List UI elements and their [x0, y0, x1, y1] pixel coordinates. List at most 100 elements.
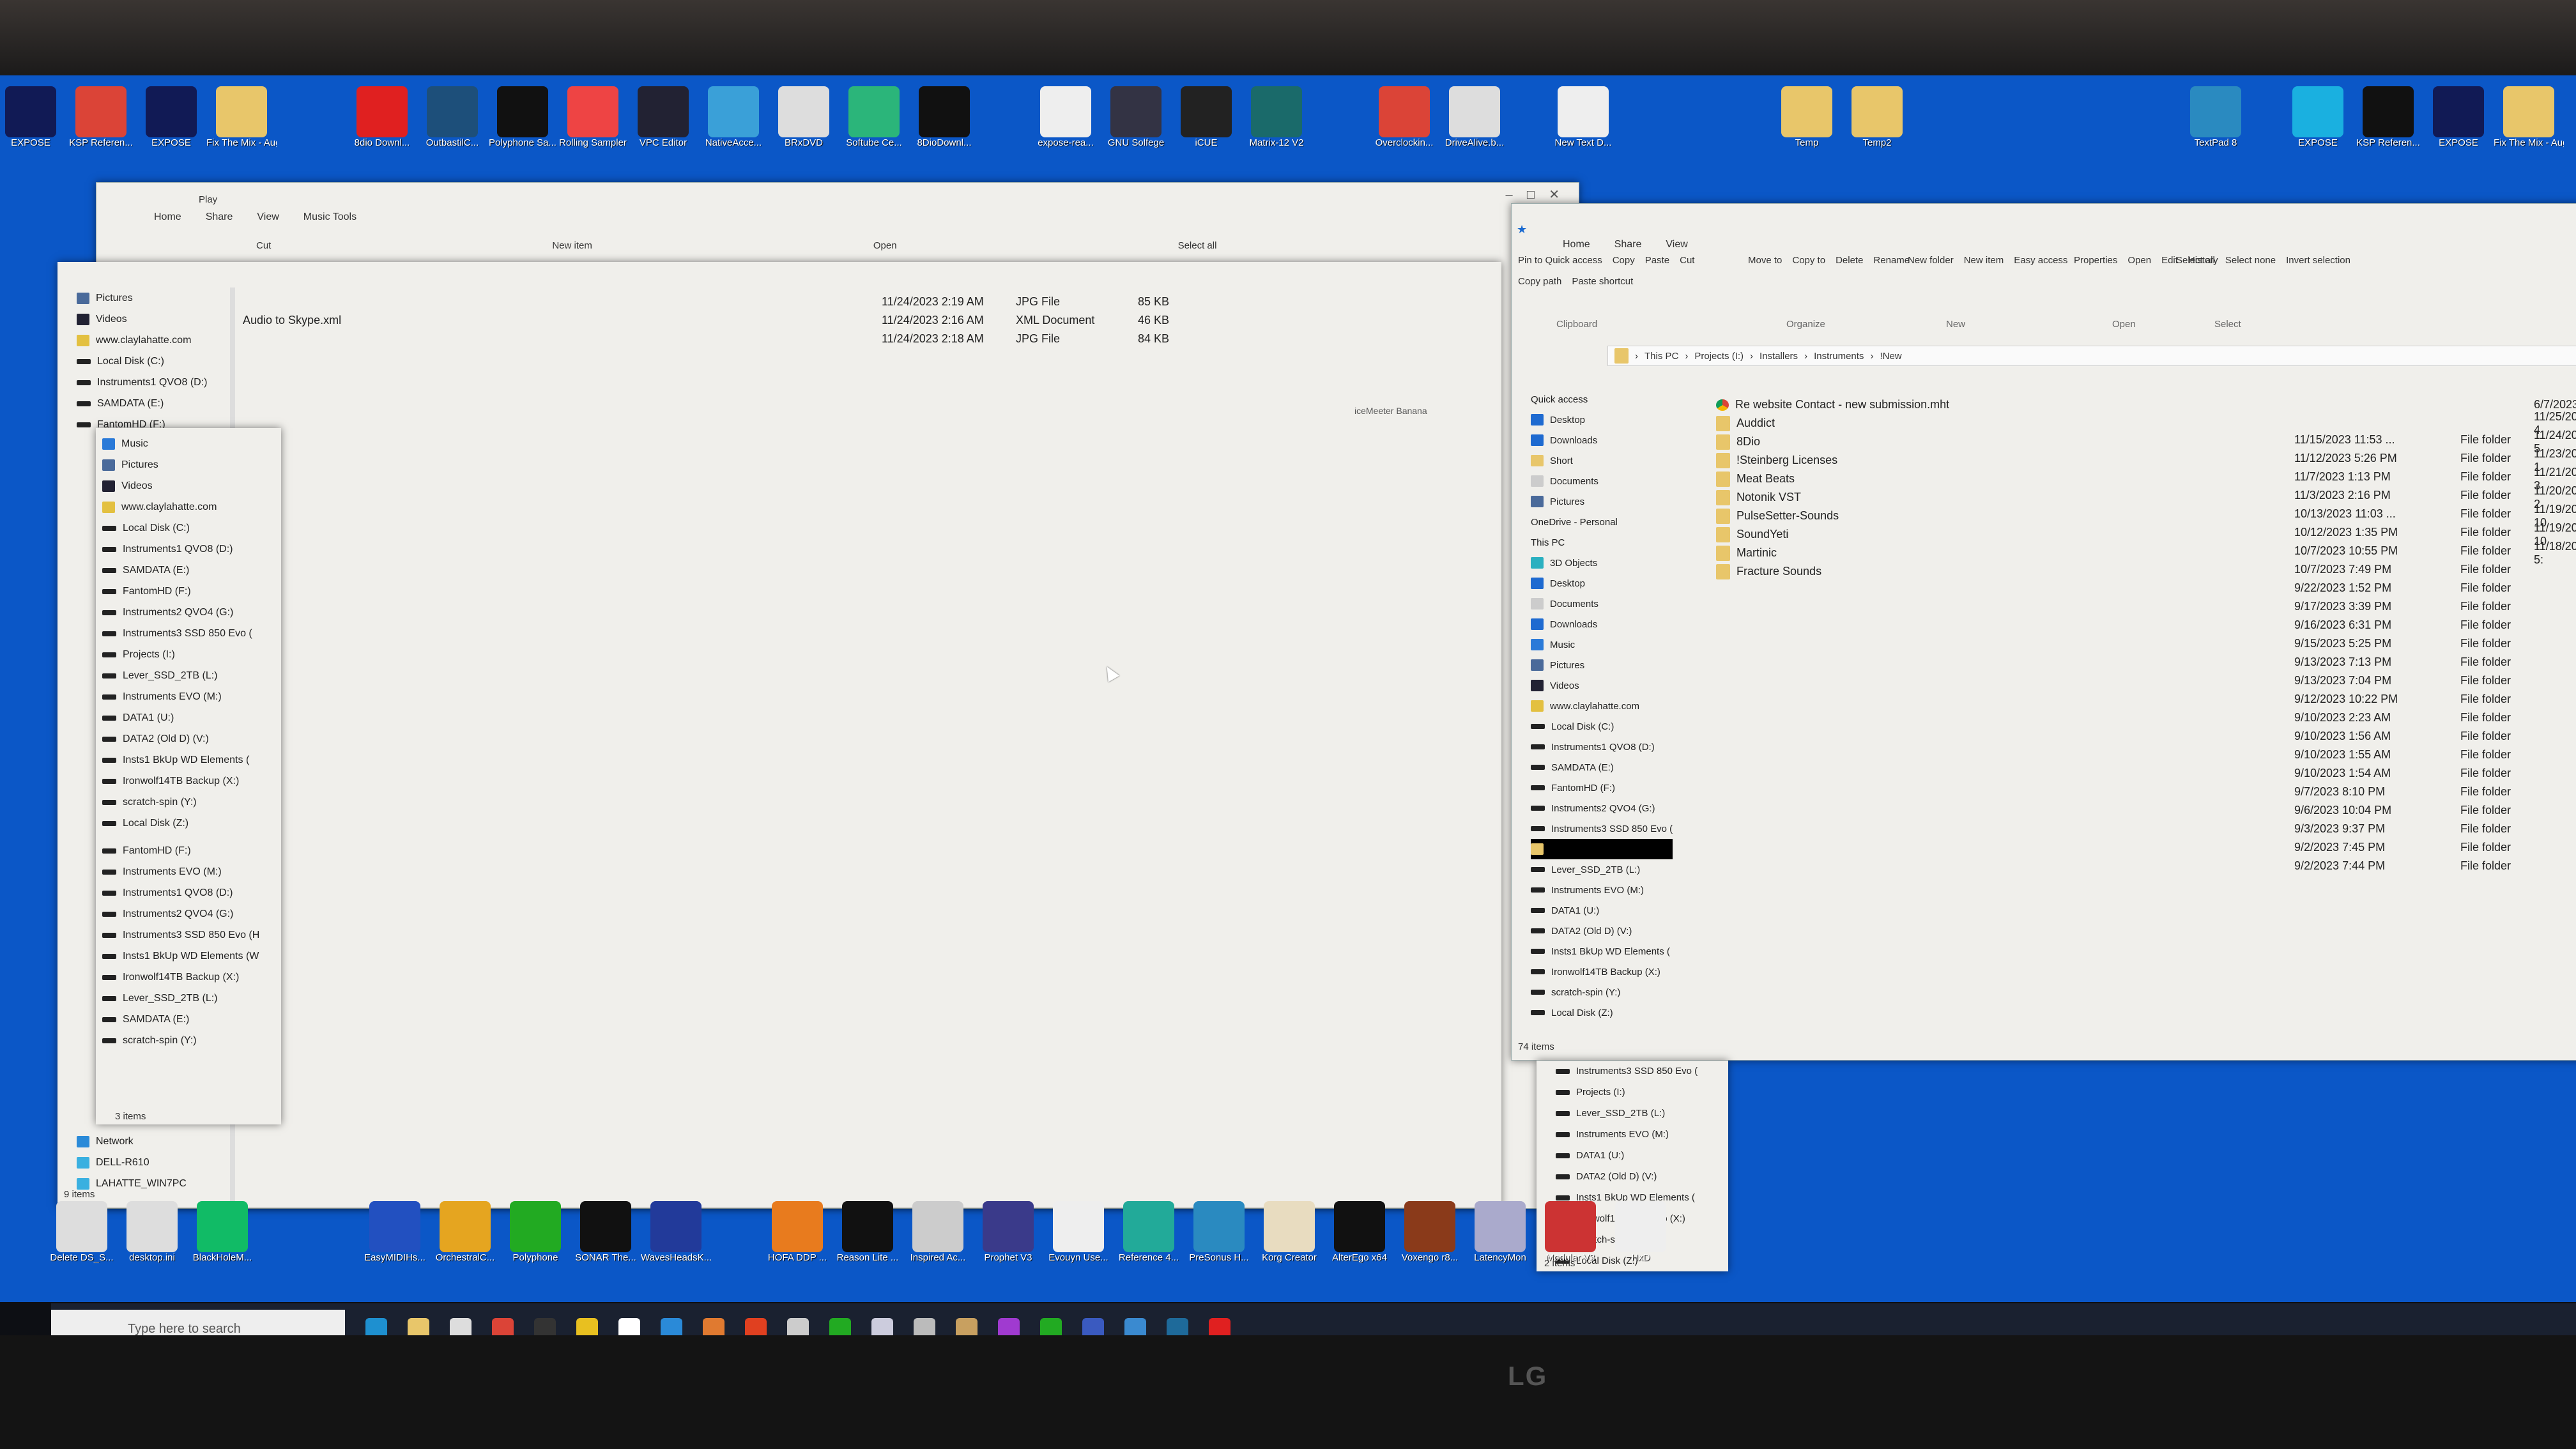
desktop-icon[interactable]: New Text D...: [1552, 86, 1614, 148]
nav-item[interactable]: Instruments2 QVO4 (G:): [102, 602, 259, 623]
nav-item[interactable]: www.claylahatte.com: [77, 330, 208, 351]
desktop-icon[interactable]: EXPOSE: [2287, 86, 2349, 148]
ribbon-button[interactable]: Properties: [2074, 255, 2117, 266]
desktop-icon[interactable]: EasyMIDIHs...: [364, 1201, 425, 1263]
nav-item[interactable]: Instruments3 SSD 850 Evo (H: [102, 924, 259, 946]
desktop-icon[interactable]: HOFA DDP ...: [767, 1201, 828, 1263]
nav-item[interactable]: FantomHD (F:): [102, 581, 259, 602]
nav-item[interactable]: scratch-spin (Y:): [102, 1030, 259, 1051]
nav-item[interactable]: DATA2 (Old D) (V:): [102, 728, 259, 749]
ribbon-tab[interactable]: View: [1666, 239, 1687, 250]
desktop-icon[interactable]: Inspired Ac...: [907, 1201, 969, 1263]
desktop-icon[interactable]: KSP Referen...: [2356, 86, 2420, 148]
desktop-icon[interactable]: 8dio Downl...: [351, 86, 413, 148]
desktop-icon[interactable]: BRxDVD: [773, 86, 834, 148]
desktop-icon[interactable]: Modular V3: [1540, 1201, 1601, 1263]
nav-item[interactable]: Desktop: [1531, 573, 1673, 594]
desktop-icon[interactable]: Fix The Mix - Aug22-2023: [206, 86, 277, 148]
nav-item[interactable]: Instruments EVO (M:): [1531, 880, 1673, 900]
ribbon-tab[interactable]: Home: [1563, 239, 1590, 250]
nav-item[interactable]: Pictures: [1531, 491, 1673, 512]
desktop-icon[interactable]: LatencyMon: [1469, 1201, 1531, 1263]
ribbon-button[interactable]: New item: [1964, 255, 2004, 266]
nav-item[interactable]: SAMDATA (E:): [102, 560, 259, 581]
nav-item[interactable]: Music: [1531, 634, 1673, 655]
nav-item[interactable]: Ironwolf14TB Backup (X:): [1531, 962, 1673, 982]
nav-item[interactable]: Insts1 BkUp WD Elements (: [102, 749, 259, 770]
ribbon-button[interactable]: Pin to Quick access: [1518, 255, 1602, 266]
ribbon-button[interactable]: Delete: [1836, 255, 1863, 266]
breadcrumb-item[interactable]: !New: [1880, 351, 1901, 362]
ribbon-button[interactable]: Select none: [2225, 255, 2276, 266]
file-row[interactable]: Fracture Sounds: [1716, 562, 1949, 581]
nav-item[interactable]: Videos: [77, 309, 208, 330]
desktop-icon[interactable]: Fix The Mix - Aug22-2023: [2494, 86, 2564, 148]
nav-item[interactable]: Instruments EVO (M:): [102, 686, 259, 707]
nav-item[interactable]: Instruments3 SSD 850 Evo (: [1531, 818, 1673, 839]
file-row[interactable]: 8Dio: [1716, 433, 1949, 451]
nav-item[interactable]: Local Disk (C:): [102, 518, 259, 539]
file-row[interactable]: 11/24/2023 2:18 AM JPG File 84 KB: [243, 330, 1169, 348]
nav-item[interactable]: [1531, 839, 1673, 859]
nav-item[interactable]: SAMDATA (E:): [1531, 757, 1673, 778]
desktop-icon[interactable]: Softube Ce...: [843, 86, 905, 148]
nav-item[interactable]: Projects (I:): [1556, 1082, 1698, 1103]
nav-item[interactable]: Pictures: [77, 288, 208, 309]
desktop-icon[interactable]: Rolling Sampler: [559, 86, 627, 148]
ribbon-button[interactable]: Rename: [1873, 255, 1910, 266]
nav-item[interactable]: DATA1 (U:): [102, 707, 259, 728]
nav-item[interactable]: Local Disk (C:): [1531, 716, 1673, 737]
ribbon-button[interactable]: Copy path: [1518, 276, 1561, 287]
nav-item[interactable]: Videos: [1531, 675, 1673, 696]
ribbon-tab[interactable]: View: [257, 211, 279, 223]
nav-item[interactable]: Lever_SSD_2TB (L:): [102, 988, 259, 1009]
nav-item[interactable]: Music: [102, 433, 259, 454]
nav-item[interactable]: DATA1 (U:): [1531, 900, 1673, 921]
desktop-icon[interactable]: Prophet V3: [977, 1201, 1039, 1263]
nav-item[interactable]: FantomHD (F:): [1531, 778, 1673, 798]
nav-item[interactable]: Instruments EVO (M:): [1556, 1124, 1698, 1145]
ribbon-button[interactable]: Move to: [1748, 255, 1782, 266]
desktop-icon[interactable]: AlterEgo x64: [1329, 1201, 1390, 1263]
nav-item[interactable]: www.claylahatte.com: [102, 496, 259, 518]
desktop-icon[interactable]: OrchestralC...: [434, 1201, 496, 1263]
desktop-icon[interactable]: iCUE: [1176, 86, 1237, 148]
desktop-icon[interactable]: HxD: [1610, 1201, 1671, 1263]
file-row[interactable]: Auddict: [1716, 414, 1949, 433]
nav-item[interactable]: Local Disk (C:): [77, 351, 208, 372]
nav-this-pc[interactable]: This PC: [1531, 532, 1673, 553]
ribbon-button[interactable]: Select all: [2176, 255, 2215, 266]
nav-item[interactable]: Instruments1 QVO8 (D:): [77, 372, 208, 393]
desktop-icon[interactable]: Polyphone Sa...: [489, 86, 556, 148]
desktop-icon[interactable]: WavesHeadsK...: [641, 1201, 711, 1263]
breadcrumb-item[interactable]: Instruments: [1814, 351, 1864, 362]
file-row[interactable]: 11/24/2023 2:19 AM JPG File 85 KB: [243, 293, 1169, 311]
file-row[interactable]: Notonik VST: [1716, 488, 1949, 507]
desktop-icon[interactable]: 8DioDownl...: [914, 86, 975, 148]
nav-item[interactable]: Instruments2 QVO4 (G:): [1531, 798, 1673, 818]
ribbon-item[interactable]: Open: [873, 240, 897, 251]
file-row[interactable]: PulseSetter-Sounds: [1716, 507, 1949, 525]
desktop-icon[interactable]: BlackHoleM...: [192, 1201, 253, 1263]
ribbon-button[interactable]: Paste shortcut: [1572, 276, 1633, 287]
nav-item[interactable]: DATA1 (U:): [1556, 1145, 1698, 1166]
desktop-icon[interactable]: Overclockin...: [1374, 86, 1435, 148]
desktop-icon[interactable]: OutbastilC...: [422, 86, 483, 148]
desktop-icon[interactable]: Evouyn Use...: [1048, 1201, 1109, 1263]
desktop-icon[interactable]: KSP Referen...: [69, 86, 133, 148]
nav-item[interactable]: Short: [1531, 450, 1673, 471]
file-row[interactable]: Martinic: [1716, 544, 1949, 562]
desktop-icon[interactable]: GNU Solfege: [1105, 86, 1167, 148]
nav-item[interactable]: Insts1 BkUp WD Elements (: [1531, 941, 1673, 962]
ribbon-tab[interactable]: Share: [1614, 239, 1642, 250]
nav-item[interactable]: Instruments1 QVO8 (D:): [1531, 737, 1673, 757]
quick-access-pin-icon[interactable]: ★: [1517, 223, 1527, 236]
nav-item[interactable]: DATA2 (Old D) (V:): [1531, 921, 1673, 941]
file-row[interactable]: SoundYeti: [1716, 525, 1949, 544]
desktop-icon[interactable]: Reason Lite ...: [837, 1201, 898, 1263]
nav-item[interactable]: Videos: [102, 475, 259, 496]
desktop-icon[interactable]: SONAR The...: [575, 1201, 636, 1263]
nav-item[interactable]: Instruments3 SSD 850 Evo (: [102, 623, 259, 644]
nav-item[interactable]: LAHATTE_WIN7PC: [77, 1173, 187, 1194]
nav-item[interactable]: DATA2 (Old D) (V:): [1556, 1166, 1698, 1187]
